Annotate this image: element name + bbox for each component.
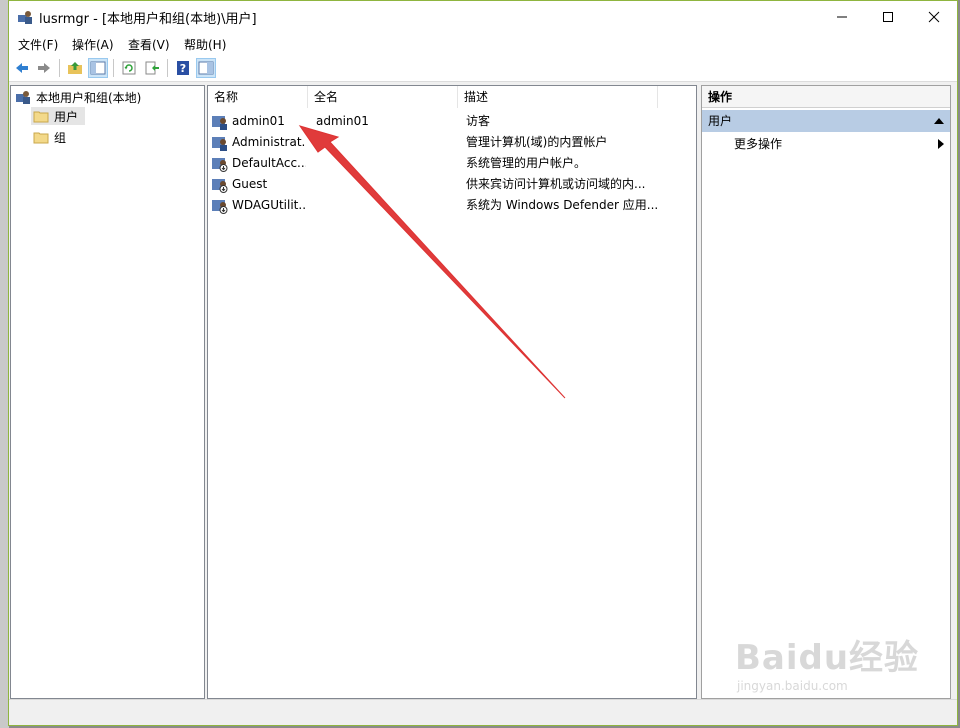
show-tree-icon	[90, 61, 106, 75]
list-item[interactable]: Administrat... 管理计算机(域)的内置帐户	[208, 132, 696, 153]
forward-arrow-icon	[38, 63, 50, 73]
maximize-button[interactable]	[865, 1, 911, 32]
status-bar	[9, 699, 957, 725]
user-fullname	[316, 132, 456, 153]
tree-item-label: 用户	[54, 109, 79, 124]
close-button[interactable]	[911, 1, 957, 32]
disabled-user-icon	[212, 158, 228, 172]
user-description: 访客	[466, 114, 491, 128]
user-icon	[212, 137, 227, 151]
user-description: 系统管理的用户帐户。	[466, 156, 587, 170]
maximize-icon	[883, 11, 893, 22]
menu-bar: 文件(F) 操作(A) 查看(V) 帮助(H)	[9, 32, 957, 55]
user-name: WDAGUtilit...	[232, 198, 306, 212]
user-fullname	[316, 174, 456, 195]
column-header-description[interactable]: 描述	[458, 86, 658, 108]
tree-root-label: 本地用户和组(本地)	[36, 90, 142, 105]
tree-item-groups[interactable]: 组	[33, 128, 66, 146]
menu-help[interactable]: 帮助(H)	[184, 36, 226, 53]
list-pane: 名称 全名 描述 admin01 admin01 访客 Administrat.…	[207, 85, 697, 699]
actions-section-users[interactable]: 用户	[702, 110, 950, 132]
list-item[interactable]: DefaultAcc... 系统管理的用户帐户。	[208, 153, 696, 174]
tree-pane: 本地用户和组(本地) 用户 组	[10, 85, 205, 699]
disabled-user-icon	[212, 200, 228, 214]
up-folder-icon	[68, 62, 82, 74]
user-name: Administrat...	[232, 135, 306, 149]
user-name: Guest	[232, 177, 268, 191]
show-hide-tree-button[interactable]	[88, 58, 108, 78]
help-icon: ?	[177, 61, 189, 75]
actions-section-label: 用户	[708, 114, 733, 128]
collapse-up-icon	[934, 118, 944, 124]
svg-text:?: ?	[180, 62, 186, 75]
toolbar-separator	[167, 59, 168, 77]
toolbar-separator	[59, 59, 60, 77]
back-button[interactable]	[12, 58, 32, 78]
tree-item-users[interactable]: 用户	[31, 107, 85, 125]
refresh-button[interactable]	[119, 58, 139, 78]
submenu-arrow-icon	[938, 139, 944, 149]
refresh-icon	[122, 61, 136, 75]
menu-action[interactable]: 操作(A)	[72, 36, 114, 53]
menu-file[interactable]: 文件(F)	[18, 36, 58, 53]
close-icon	[928, 11, 940, 22]
list-header: 名称 全名 描述	[208, 86, 696, 108]
properties-icon	[198, 61, 214, 75]
column-header-name[interactable]: 名称	[208, 86, 308, 108]
toolbar-separator	[113, 59, 114, 77]
help-button[interactable]: ?	[173, 58, 193, 78]
users-app-icon	[18, 11, 32, 24]
mmc-window: lusrmgr - [本地用户和组(本地)\用户] 文件(F) 操作(A) 查看…	[8, 0, 958, 726]
baidu-watermark: Baidu经验 jingyan.baidu.com	[735, 630, 919, 693]
list-item[interactable]: admin01 admin01 访客	[208, 111, 696, 132]
list-item[interactable]: Guest 供来宾访问计算机或访问域的内...	[208, 174, 696, 195]
column-header-fullname[interactable]: 全名	[308, 86, 458, 108]
folder-icon	[33, 111, 49, 123]
user-description: 供来宾访问计算机或访问域的内...	[466, 177, 646, 191]
list-item[interactable]: WDAGUtilit... 系统为 Windows Defender 应用...	[208, 195, 696, 216]
user-description: 系统为 Windows Defender 应用...	[466, 198, 659, 212]
back-arrow-icon	[16, 63, 28, 73]
watermark-brand: Baidu经验	[735, 638, 920, 678]
user-fullname	[316, 195, 456, 216]
user-name: admin01	[232, 114, 285, 128]
actions-pane: 操作 用户 更多操作	[701, 85, 951, 699]
more-actions-label: 更多操作	[734, 137, 783, 151]
user-description: 管理计算机(域)的内置帐户	[466, 135, 608, 149]
user-name: DefaultAcc...	[232, 156, 306, 170]
minimize-icon	[837, 16, 847, 17]
list-body: admin01 admin01 访客 Administrat... 管理计算机(…	[208, 111, 696, 698]
window-title: lusrmgr - [本地用户和组(本地)\用户]	[39, 12, 257, 27]
actions-title: 操作	[702, 86, 950, 108]
toolbar: ?	[9, 55, 957, 82]
minimize-button[interactable]	[819, 1, 865, 32]
menu-view[interactable]: 查看(V)	[128, 36, 170, 53]
local-users-groups-icon	[16, 91, 30, 104]
title-bar: lusrmgr - [本地用户和组(本地)\用户]	[9, 1, 957, 32]
more-actions-item[interactable]: 更多操作	[702, 134, 950, 154]
export-list-button[interactable]	[142, 58, 162, 78]
user-fullname: admin01	[316, 114, 369, 128]
tree-item-label: 组	[54, 130, 67, 145]
watermark-url: jingyan.baidu.com	[737, 679, 848, 693]
export-icon	[145, 61, 159, 75]
show-action-pane-button[interactable]	[196, 58, 216, 78]
disabled-user-icon	[212, 179, 228, 193]
tree-root[interactable]: 本地用户和组(本地)	[15, 88, 141, 106]
user-icon	[212, 116, 227, 130]
up-level-button[interactable]	[65, 58, 85, 78]
user-fullname	[316, 153, 456, 174]
folder-icon	[33, 132, 49, 144]
forward-button[interactable]	[34, 58, 54, 78]
